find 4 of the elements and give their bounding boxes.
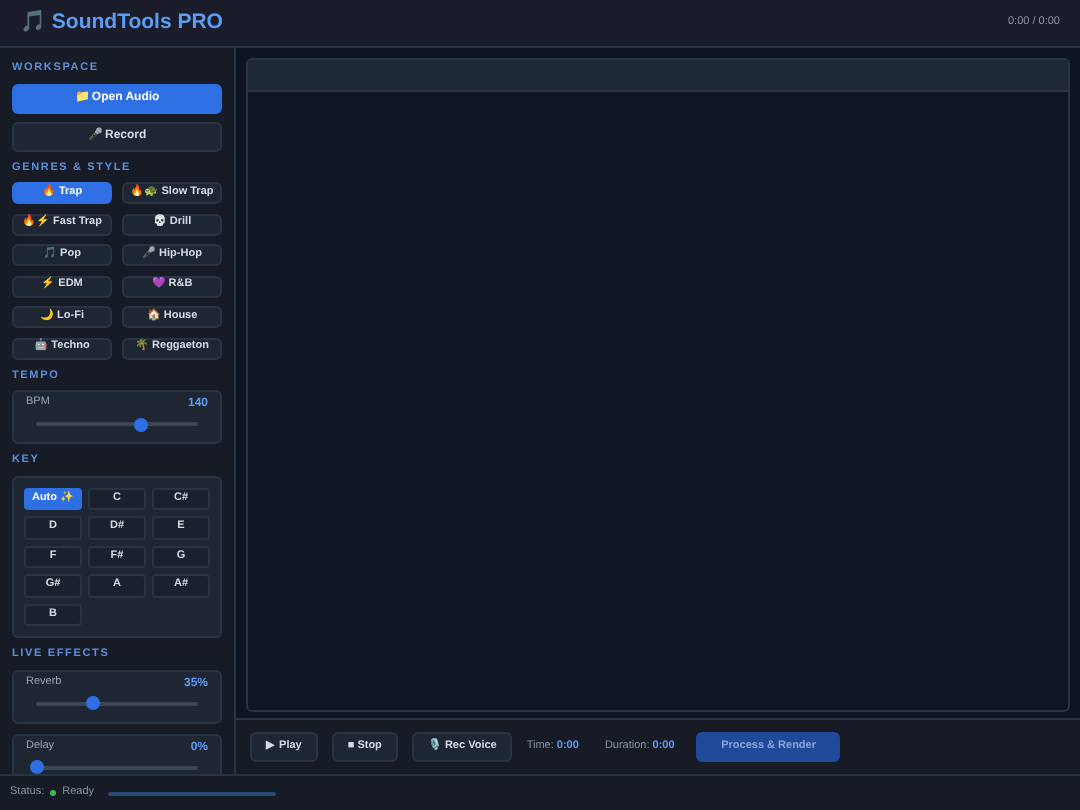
slider-thumb[interactable] (134, 417, 149, 431)
slider-thumb[interactable] (29, 760, 43, 774)
slider-thumb[interactable] (85, 696, 100, 710)
app-title: 🎵 SoundTools PRO (20, 7, 223, 38)
